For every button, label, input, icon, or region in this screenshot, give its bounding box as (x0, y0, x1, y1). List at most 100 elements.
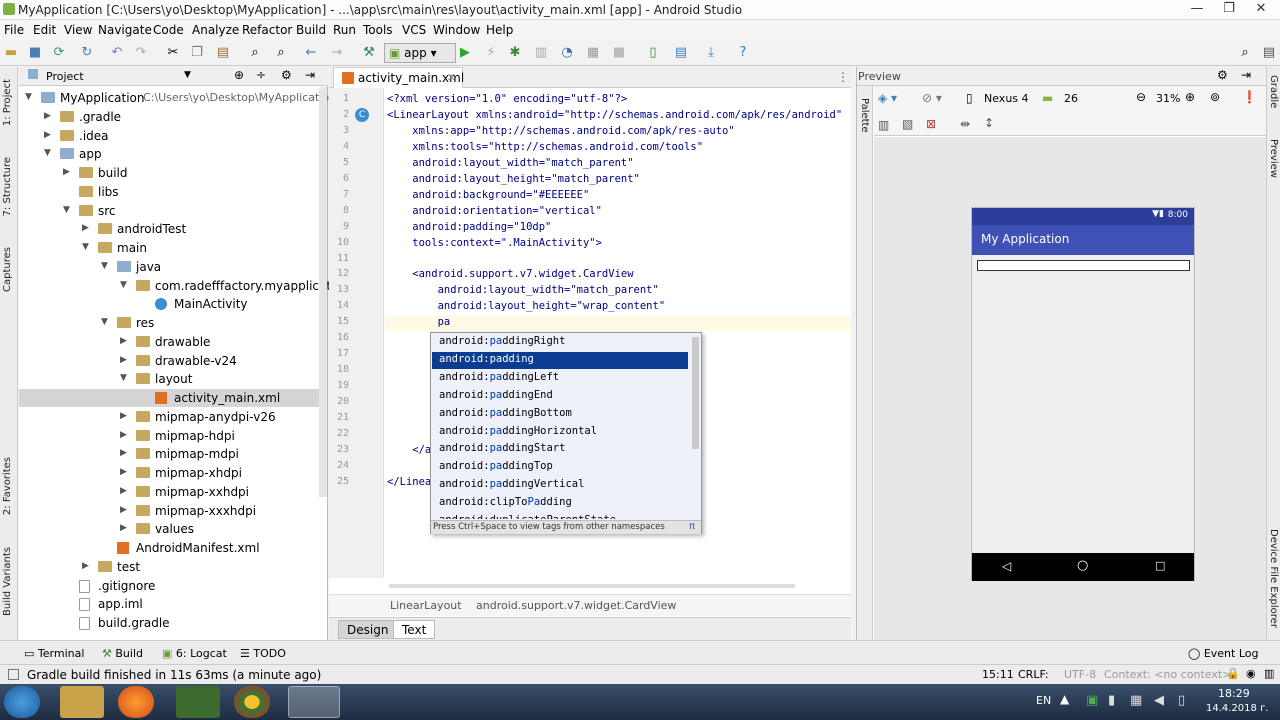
tree-item[interactable]: ▶ mipmap-anydpi-v26 (19, 408, 319, 426)
collapsed-arrow-icon[interactable]: ▶ (120, 411, 127, 421)
tree-item[interactable]: ▶ mipmap-mdpi (19, 445, 319, 463)
stop-icon[interactable]: ■ (610, 44, 628, 62)
editor-tab-activity-main[interactable]: activity_main.xml ✕ (333, 67, 464, 88)
tree-item[interactable]: .gitignore (19, 577, 319, 595)
run-icon[interactable]: ▶ (456, 44, 474, 62)
cut-icon[interactable]: ✂ (164, 44, 182, 62)
horizontal-resize-icon[interactable]: ⇹ (960, 117, 970, 131)
tree-item[interactable]: app.iml (19, 595, 319, 613)
captures-tool-tab[interactable]: Captures (2, 247, 13, 292)
firefox-taskbar-icon[interactable] (118, 686, 154, 718)
breadcrumb-cardview[interactable]: android.support.v7.widget.CardView (476, 599, 676, 612)
zoom-in-icon[interactable]: ⊕ (1185, 90, 1195, 104)
collapsed-arrow-icon[interactable]: ▶ (44, 130, 51, 140)
terminal-tab[interactable]: ▭ Terminal (24, 647, 84, 660)
class-gutter-icon[interactable]: C (355, 108, 369, 122)
collapsed-arrow-icon[interactable]: ▶ (120, 505, 127, 515)
breadcrumb-linearlayout[interactable]: LinearLayout (390, 599, 462, 612)
lock-icon[interactable]: 🔒 (1226, 667, 1240, 680)
run-config-select[interactable]: ▣ app ▾ (384, 43, 456, 63)
inspector-icon[interactable]: ◉ (1246, 667, 1256, 680)
tray-network-icon[interactable]: ▦ (1130, 693, 1142, 708)
refresh-icon[interactable]: ↻ (78, 44, 96, 62)
todo-tab[interactable]: ☰ TODO (240, 647, 286, 660)
event-log-tab[interactable]: ◯ Event Log (1188, 647, 1258, 660)
tree-item[interactable]: ▶ values (19, 520, 319, 538)
collapsed-arrow-icon[interactable]: ▶ (120, 448, 127, 458)
autocomplete-item[interactable]: android:paddingEnd (432, 388, 688, 405)
tray-usb-icon[interactable]: ▮ (1108, 693, 1115, 708)
save-icon[interactable]: ■ (26, 44, 44, 62)
collapsed-arrow-icon[interactable]: ▶ (120, 467, 127, 477)
horizontal-scrollbar[interactable] (389, 584, 795, 588)
collapsed-arrow-icon[interactable]: ▶ (82, 561, 89, 571)
clear-constraints-icon[interactable]: ⊠ (926, 117, 936, 131)
favorites-tool-tab[interactable]: 2: Favorites (2, 457, 13, 515)
help-icon[interactable]: ? (734, 44, 752, 62)
close-button[interactable]: ✕ (1248, 1, 1274, 17)
menu-build[interactable]: Build (296, 23, 326, 37)
tray-network2-icon[interactable]: ▯ (1178, 693, 1185, 708)
expanded-arrow-icon[interactable]: ▼ (63, 205, 70, 215)
blueprint-icon[interactable]: ▧ (902, 117, 913, 131)
menu-help[interactable]: Help (486, 23, 513, 37)
replace-icon[interactable]: ⌕ (272, 44, 290, 62)
layers-icon[interactable]: ◈ ▾ (878, 91, 897, 105)
collapsed-arrow-icon[interactable]: ▶ (63, 167, 70, 177)
tree-item[interactable]: ▶ drawable-v24 (19, 352, 319, 370)
chrome-taskbar-icon[interactable] (234, 686, 270, 718)
explorer-taskbar-icon[interactable] (60, 686, 104, 718)
tree-item[interactable]: ▶ .idea (19, 127, 319, 145)
autocomplete-item[interactable]: android:paddingStart (432, 441, 688, 458)
expanded-arrow-icon[interactable]: ▼ (120, 373, 127, 383)
tree-item[interactable]: build.gradle (19, 614, 319, 632)
autocomplete-item[interactable]: android:clipToPadding (432, 495, 688, 512)
build-tab[interactable]: ⚒ Build (102, 647, 143, 660)
expanded-arrow-icon[interactable]: ▼ (82, 242, 89, 252)
maximize-button[interactable]: ❐ (1216, 1, 1242, 17)
menu-window[interactable]: Window (433, 23, 480, 37)
tree-item[interactable]: activity_main.xml (19, 389, 319, 407)
find-icon[interactable]: ⌕ (246, 44, 264, 62)
pi-icon[interactable]: π (689, 521, 695, 532)
project-view-select[interactable]: Project (46, 70, 84, 83)
collapsed-arrow-icon[interactable]: ▶ (120, 523, 127, 533)
overflow-icon[interactable]: ▤ (1260, 44, 1278, 62)
tray-expand-icon[interactable]: ▲ (1060, 692, 1069, 706)
device-select[interactable]: Nexus 4 (984, 92, 1029, 105)
clock-time[interactable]: 18:29 (1218, 687, 1250, 700)
logcat-tab[interactable]: ▣ 6: Logcat (162, 647, 227, 660)
menu-navigate[interactable]: Navigate (98, 23, 152, 37)
structure-tool-tab[interactable]: 7: Structure (2, 157, 13, 216)
tab-close-icon[interactable]: ✕ (447, 71, 456, 84)
menu-tools[interactable]: Tools (363, 23, 393, 37)
tree-item[interactable]: ▶ build (19, 164, 319, 182)
api-select[interactable]: 26 (1064, 92, 1078, 105)
expanded-arrow-icon[interactable]: ▼ (44, 148, 51, 158)
expanded-arrow-icon[interactable]: ▼ (25, 92, 32, 102)
tray-app-icon[interactable]: ▣ (1086, 693, 1098, 708)
tree-item[interactable]: AndroidManifest.xml (19, 539, 319, 557)
cursor-position[interactable]: 15:11 (982, 668, 1014, 681)
autocomplete-item[interactable]: android:padding (432, 351, 688, 369)
autocomplete-item[interactable]: android:duplicateParentState (432, 513, 688, 519)
autocomplete-item[interactable]: android:paddingBottom (432, 406, 688, 423)
preview-tool-tab[interactable]: Preview (1268, 139, 1279, 178)
tree-item[interactable]: ▶ mipmap-xxxhdpi (19, 502, 319, 520)
notepad-taskbar-icon[interactable] (176, 686, 220, 718)
dropdown-arrow-icon[interactable]: ▼ (184, 70, 191, 80)
menu-refactor[interactable]: Refactor (242, 23, 292, 37)
menu-edit[interactable]: Edit (33, 23, 56, 37)
forward-icon[interactable]: → (328, 44, 346, 62)
file-encoding[interactable]: UTF-8 (1064, 668, 1096, 681)
avd-manager-icon[interactable]: ▯ (644, 44, 662, 62)
menu-code[interactable]: Code (153, 23, 184, 37)
search-everywhere-icon[interactable]: ⌕ (1236, 44, 1254, 62)
zoom-fit-icon[interactable]: ⊚ (1210, 90, 1220, 104)
debug-icon[interactable]: ✱ (506, 44, 524, 62)
collapsed-arrow-icon[interactable]: ▶ (120, 430, 127, 440)
menu-vcs[interactable]: VCS (402, 23, 426, 37)
tree-item[interactable]: libs (19, 183, 319, 201)
tray-volume-icon[interactable]: ◀ (1154, 693, 1164, 708)
undo-icon[interactable]: ↶ (108, 44, 126, 62)
